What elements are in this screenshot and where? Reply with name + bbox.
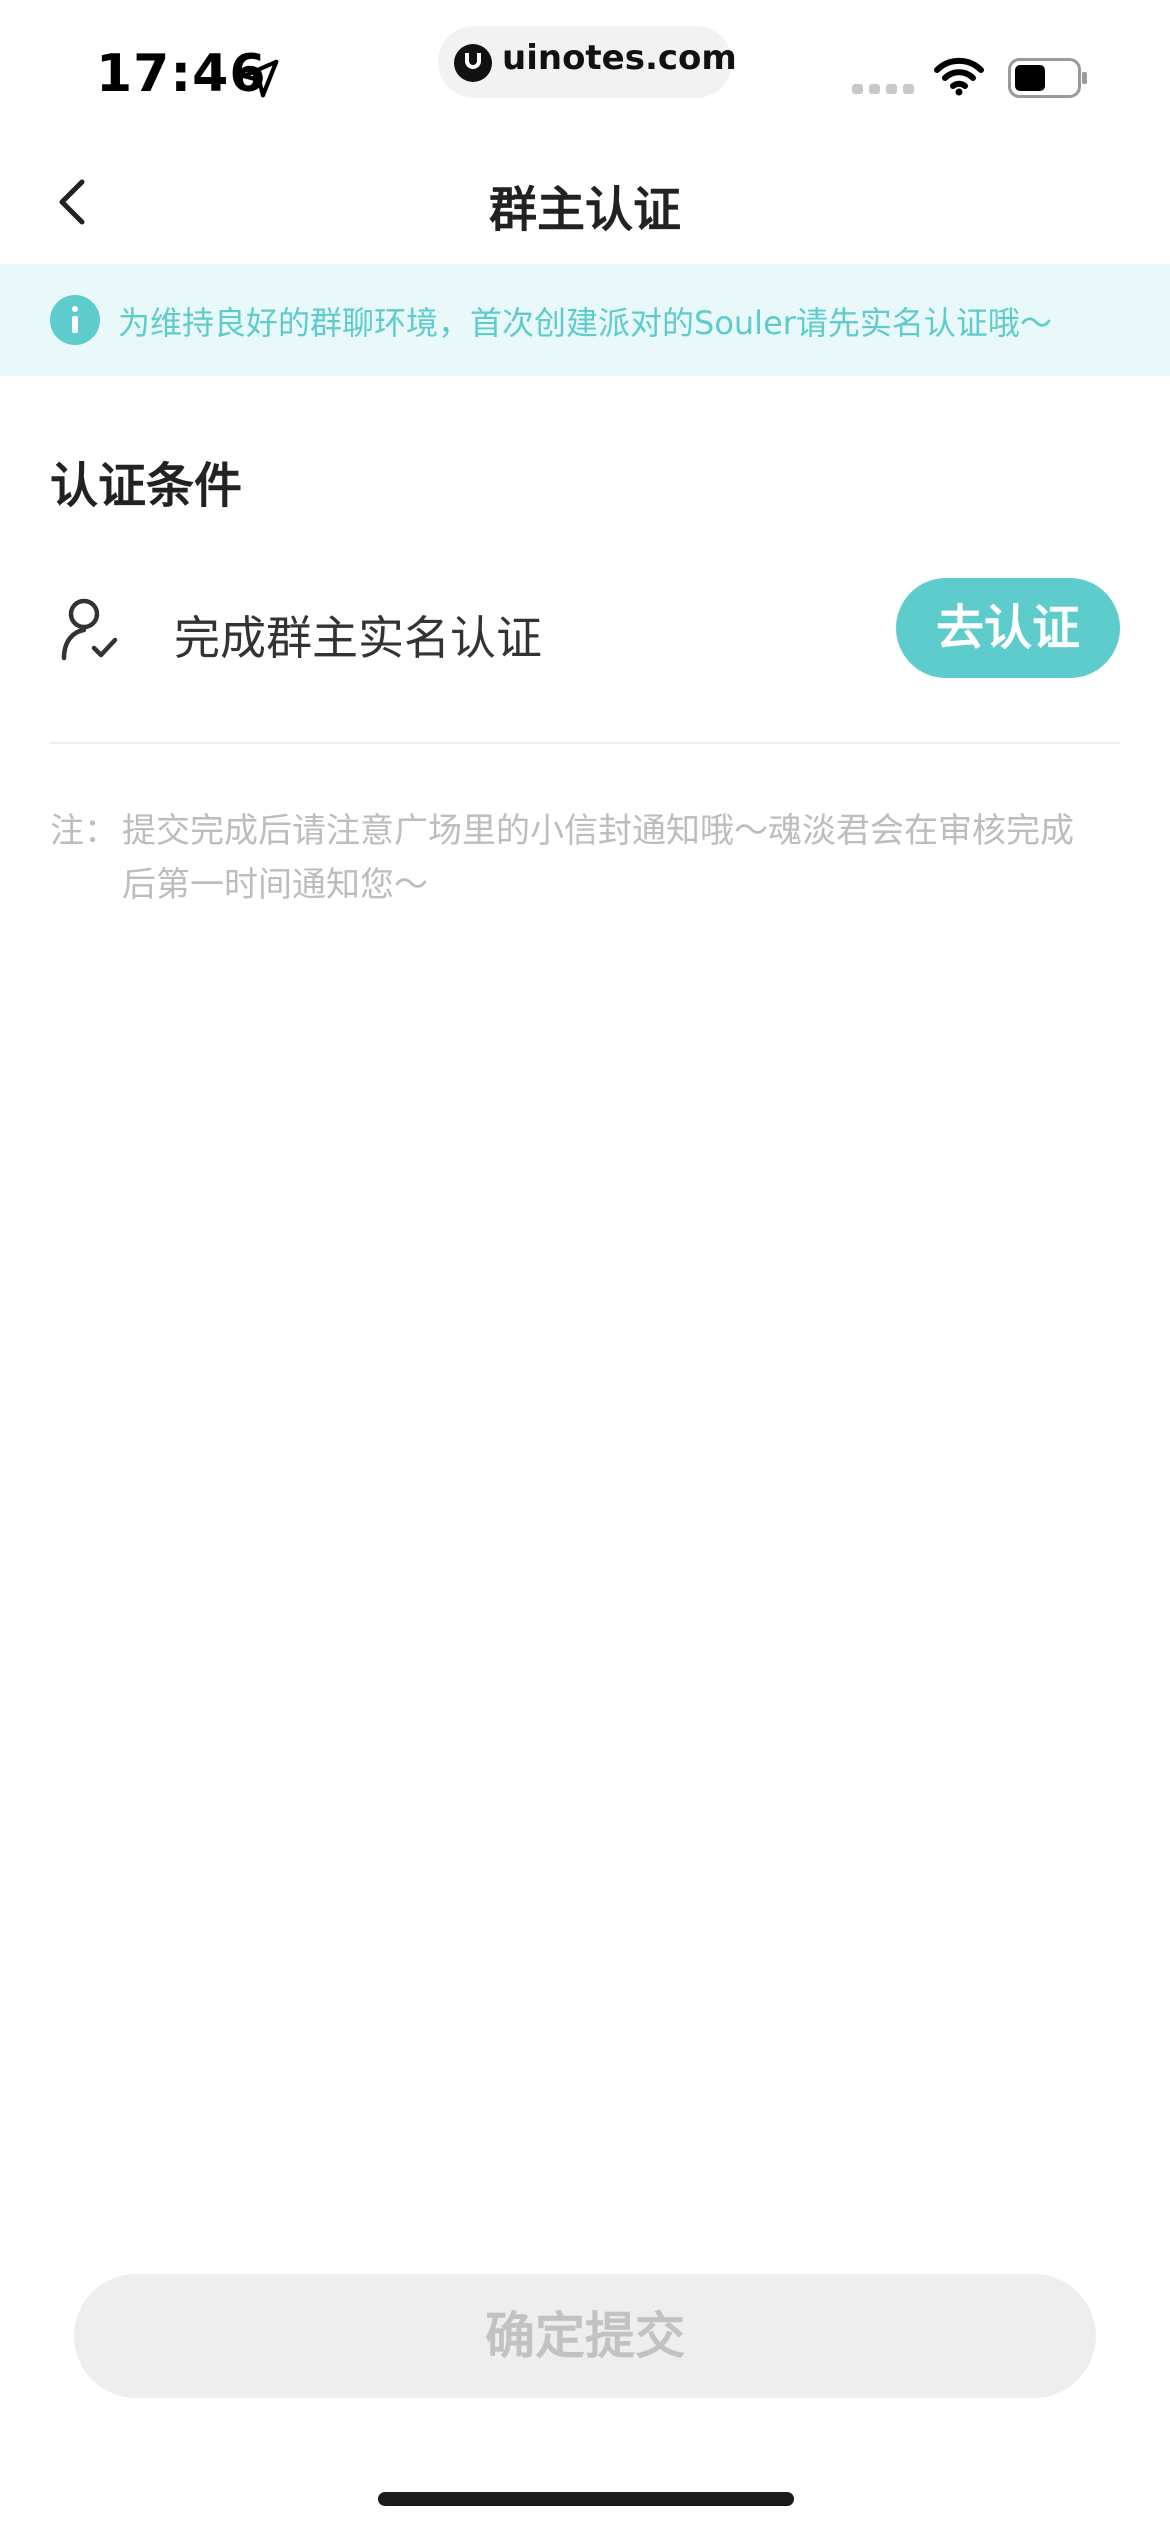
home-indicator bbox=[378, 2492, 794, 2506]
wifi-icon bbox=[934, 57, 984, 96]
condition-label: 完成群主实名认证 bbox=[174, 611, 542, 665]
notice-banner: 为维持良好的群聊环境，首次创建派对的Souler请先实名认证哦～ bbox=[0, 264, 1170, 376]
location-arrow-icon bbox=[241, 59, 279, 98]
url-text: uinotes.com bbox=[502, 38, 737, 78]
nav-bar: 群主认证 bbox=[0, 140, 1170, 264]
verify-button[interactable]: 去认证 bbox=[896, 578, 1120, 678]
submit-button[interactable]: 确定提交 bbox=[74, 2274, 1096, 2398]
note-text: 提交完成后请注意广场里的小信封通知哦～魂淡君会在审核完成后第一时间通知您～ bbox=[122, 811, 1074, 905]
note-prefix: 注： bbox=[50, 811, 118, 851]
url-pill[interactable]: uinotes.com bbox=[438, 26, 737, 98]
divider bbox=[50, 742, 1120, 744]
status-bar: 17:46 uinotes.com bbox=[0, 0, 1170, 140]
section-title: 认证条件 bbox=[50, 458, 243, 514]
condition-row: 完成群主实名认证 去认证 bbox=[0, 560, 1170, 700]
note: 注： 提交完成后请注意广场里的小信封通知哦～魂淡君会在审核完成后第一时间通知您～ bbox=[50, 804, 1090, 912]
page-title: 群主认证 bbox=[488, 182, 681, 238]
battery-icon bbox=[1008, 58, 1087, 98]
info-icon bbox=[50, 295, 100, 345]
uinotes-logo-icon bbox=[454, 44, 492, 82]
signal-icon bbox=[852, 84, 914, 94]
notice-text: 为维持良好的群聊环境，首次创建派对的Souler请先实名认证哦～ bbox=[118, 304, 1052, 342]
user-check-icon bbox=[61, 598, 118, 661]
